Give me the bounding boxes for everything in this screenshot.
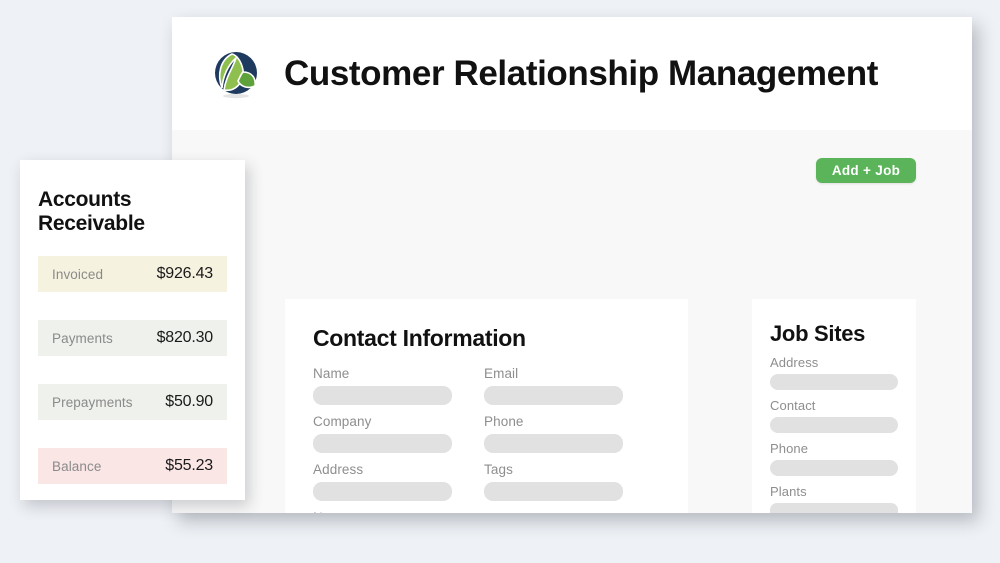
jobsite-field-phone: Phone [770,441,898,476]
jobsite-label-plants: Plants [770,484,807,499]
field-company: Company [313,414,452,453]
jobsite-label-phone: Phone [770,441,809,456]
add-job-button[interactable]: Add + Job [816,158,916,183]
ar-value-prepayments: $50.90 [165,393,213,410]
accounts-receivable-card: Accounts Receivable Invoiced $926.43 Pay… [20,160,245,500]
table-row[interactable]: Invoiced $926.43 [38,256,227,292]
field-label-company: Company [313,414,372,429]
field-label-email: Email [484,366,519,381]
name-input[interactable] [313,386,452,405]
app-header: Customer Relationship Management [172,17,972,130]
job-sites-panel: Job Sites Address Contact Phone Plants [752,299,916,513]
ar-label-payments: Payments [52,330,113,346]
field-label-notes: Notes [313,510,623,513]
table-row[interactable]: Balance $55.23 [38,448,227,484]
jobsite-field-plants: Plants [770,484,898,513]
job-sites-panel-title: Job Sites [770,321,866,346]
field-label-name: Name [313,366,350,381]
tags-input[interactable] [484,482,623,501]
field-tags: Tags [484,462,623,501]
field-phone: Phone [484,414,623,453]
jobsite-label-contact: Contact [770,398,816,413]
table-row[interactable]: Payments $820.30 [38,320,227,356]
app-body: Add + Job Contact Information Name Email… [172,130,972,513]
ar-value-invoiced: $926.43 [156,265,214,282]
field-address: Address [313,462,452,501]
jobsite-contact-input[interactable] [770,417,898,433]
email-input[interactable] [484,386,623,405]
ar-label-invoiced: Invoiced [52,266,104,282]
jobsite-plants-input[interactable] [770,503,898,513]
ar-value-payments: $820.30 [156,329,214,346]
contact-field-grid: Name Email Company Phone Address Tags [313,366,660,513]
contact-panel-title: Contact Information [313,325,526,351]
company-input[interactable] [313,434,452,453]
jobsite-field-address: Address [770,355,898,390]
page-title: Customer Relationship Management [284,53,878,93]
table-row[interactable]: Prepayments $50.90 [38,384,227,420]
field-email: Email [484,366,623,405]
phone-input[interactable] [484,434,623,453]
address-input[interactable] [313,482,452,501]
field-notes: Notes [313,510,623,513]
field-label-address: Address [313,462,364,477]
ar-label-balance: Balance [52,458,102,474]
jobsite-phone-input[interactable] [770,460,898,476]
field-label-phone: Phone [484,414,524,429]
field-name: Name [313,366,452,405]
accounts-receivable-title: Accounts Receivable [38,188,145,235]
contact-information-panel: Contact Information Name Email Company P… [285,299,688,513]
jobsite-field-contact: Contact [770,398,898,433]
field-label-tags: Tags [484,462,513,477]
application-window: Customer Relationship Management Add + J… [172,17,972,513]
leaf-circle-logo-icon [210,48,262,100]
ar-label-prepayments: Prepayments [52,394,133,410]
jobsite-label-address: Address [770,355,819,370]
jobsite-address-input[interactable] [770,374,898,390]
ar-value-balance: $55.23 [165,457,213,474]
